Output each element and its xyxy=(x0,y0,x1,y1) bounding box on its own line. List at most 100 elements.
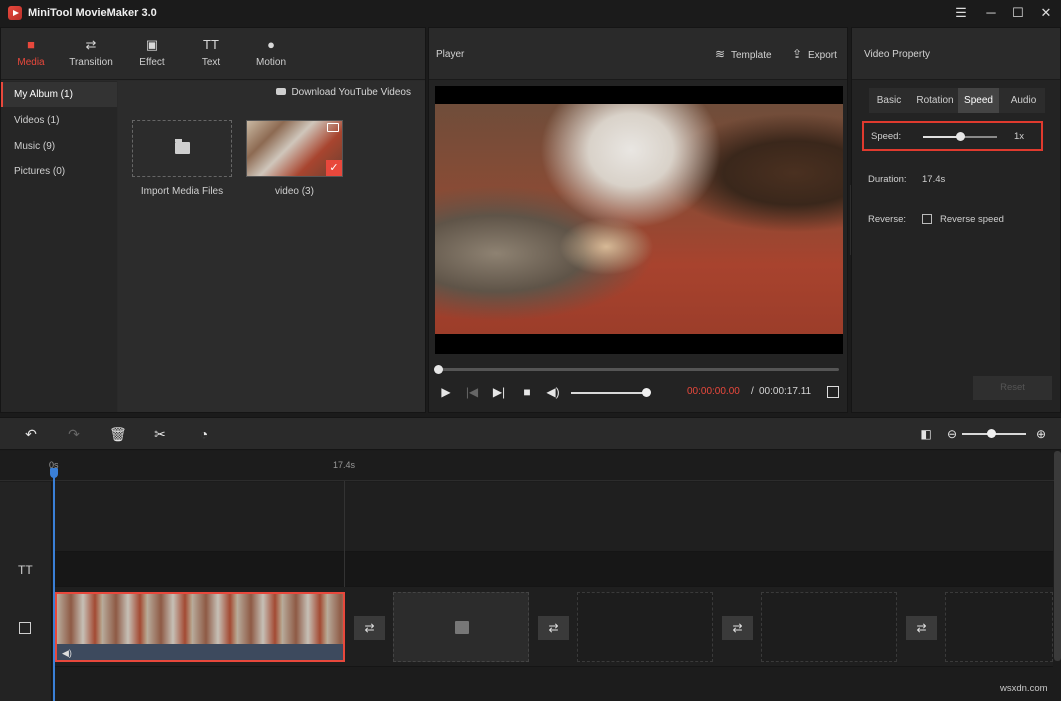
reverse-label: Reverse: xyxy=(868,214,906,225)
template-button[interactable]: ≋ Template xyxy=(714,47,772,61)
import-media-button[interactable] xyxy=(132,120,232,177)
stop-icon[interactable]: ■ xyxy=(520,385,534,399)
film-track-icon xyxy=(19,622,31,634)
speed-slider-knob[interactable] xyxy=(956,132,965,141)
transition-slot-button[interactable]: ⇄ xyxy=(538,616,569,640)
tab-effect[interactable]: ▣ Effect xyxy=(122,36,182,76)
download-youtube-label: Download YouTube Videos xyxy=(291,87,411,98)
close-button[interactable]: ✕ xyxy=(1035,4,1057,22)
empty-clip-slot[interactable] xyxy=(945,592,1053,662)
previous-frame-icon[interactable]: |◀ xyxy=(465,385,479,399)
undo-icon[interactable]: ↶ xyxy=(23,426,39,442)
text-track[interactable] xyxy=(53,552,1053,587)
fullscreen-icon[interactable] xyxy=(827,386,839,398)
play-icon[interactable]: ▶ xyxy=(439,385,453,399)
transition-slot-button[interactable]: ⇄ xyxy=(906,616,937,640)
total-time: 00:00:17.11 xyxy=(759,386,811,397)
volume-knob[interactable] xyxy=(642,388,651,397)
speed-control: Speed: 1x xyxy=(862,121,1043,151)
duration-value: 17.4s xyxy=(922,174,945,185)
empty-clip-slot[interactable] xyxy=(577,592,713,662)
speed-icon[interactable]: ◔ xyxy=(196,426,212,442)
tab-text[interactable]: TT Text xyxy=(181,36,241,76)
zoom-slider[interactable] xyxy=(962,433,1026,435)
split-icon[interactable]: ✂ xyxy=(152,426,168,442)
fit-to-zoom-icon[interactable]: ◧ xyxy=(918,426,934,442)
tab-basic[interactable]: Basic xyxy=(869,88,909,113)
overlay-track[interactable] xyxy=(53,482,1053,552)
tab-audio[interactable]: Audio xyxy=(1002,88,1045,113)
duration-label: Duration: xyxy=(868,174,907,185)
ruler-tick-end: 17.4s xyxy=(333,460,355,470)
video-label: video (3) xyxy=(246,186,343,197)
media-area: Download YouTube Videos Import Media Fil… xyxy=(118,81,425,412)
app-logo-icon xyxy=(8,6,22,20)
reverse-speed-label[interactable]: Reverse speed xyxy=(940,214,1004,225)
tab-motion-label: Motion xyxy=(241,57,301,68)
player-title: Player xyxy=(436,49,464,60)
tab-speed[interactable]: Speed xyxy=(958,88,999,113)
media-icon: ■ xyxy=(1,36,61,54)
volume-slider[interactable] xyxy=(571,392,647,394)
transition-slot-button[interactable]: ⇄ xyxy=(722,616,753,640)
youtube-icon xyxy=(276,88,286,95)
speed-slider[interactable] xyxy=(923,136,997,138)
video-thumbnail[interactable]: ✓ xyxy=(246,120,343,177)
volume-icon[interactable]: ◀) xyxy=(546,385,560,399)
export-button[interactable]: ⇪Export xyxy=(791,47,837,61)
speed-value: 1x xyxy=(1014,131,1024,142)
tab-rotation[interactable]: Rotation xyxy=(911,88,959,113)
menu-icon[interactable]: ☰ xyxy=(950,4,972,22)
current-time: 00:00:00.00 xyxy=(687,386,740,397)
camera-icon xyxy=(327,123,339,132)
tab-text-label: Text xyxy=(181,57,241,68)
tab-transition[interactable]: ⇄ Transition xyxy=(61,36,121,76)
property-tabs: Basic Rotation Speed Audio xyxy=(869,88,1045,113)
seek-knob[interactable] xyxy=(434,365,443,374)
template-label: Template xyxy=(731,50,772,61)
speed-label: Speed: xyxy=(871,131,901,142)
seek-bar[interactable] xyxy=(437,368,839,371)
track-headers xyxy=(0,482,52,701)
property-header: Video Property xyxy=(852,28,1060,80)
next-frame-icon[interactable]: ▶| xyxy=(492,385,506,399)
tab-media[interactable]: ■ Media xyxy=(1,36,61,76)
video-clip[interactable]: ◀) xyxy=(55,592,345,662)
playhead[interactable] xyxy=(53,469,55,701)
watermark: wsxdn.com xyxy=(1000,683,1048,694)
empty-clip-slot[interactable] xyxy=(761,592,897,662)
text-icon: TT xyxy=(181,36,241,54)
speed-slider-fill xyxy=(923,136,960,138)
delete-icon[interactable]: 🗑 xyxy=(109,426,125,442)
zoom-slider-knob[interactable] xyxy=(987,429,996,438)
clip-filmstrip xyxy=(57,594,343,644)
video-preview[interactable] xyxy=(435,86,843,354)
media-panel: ■ Media ⇄ Transition ▣ Effect TT Text ● … xyxy=(0,27,426,413)
album-item-my-album[interactable]: My Album (1) xyxy=(1,82,117,107)
album-item-videos[interactable]: Videos (1) xyxy=(1,108,117,133)
import-tray-icon xyxy=(455,621,469,634)
album-item-music[interactable]: Music (9) xyxy=(1,134,117,159)
time-separator: / xyxy=(751,386,754,397)
video-property-panel: Video Property Basic Rotation Speed Audi… xyxy=(851,27,1061,413)
minimize-button[interactable]: ─ xyxy=(980,4,1002,22)
layers-icon: ≋ xyxy=(714,47,726,61)
transition-slot-button[interactable]: ⇄ xyxy=(354,616,385,640)
tab-motion[interactable]: ● Motion xyxy=(241,36,301,76)
player-panel: Player ≋ Template ⇪Export ▶ |◀ ▶| ■ ◀) 00… xyxy=(428,27,848,413)
album-item-pictures[interactable]: Pictures (0) xyxy=(1,159,117,184)
app-title: MiniTool MovieMaker 3.0 xyxy=(28,7,157,19)
clip-volume-icon[interactable]: ◀) xyxy=(62,648,72,659)
empty-clip-slot[interactable] xyxy=(393,592,529,662)
reset-button[interactable]: Reset xyxy=(973,376,1052,400)
time-ruler[interactable]: 0s 17.4s xyxy=(0,451,1061,481)
download-youtube-button[interactable]: Download YouTube Videos xyxy=(276,87,411,98)
maximize-button[interactable]: ☐ xyxy=(1007,4,1029,22)
timeline-scrollbar[interactable] xyxy=(1054,451,1061,661)
export-label: Export xyxy=(808,50,837,61)
zoom-out-icon[interactable]: ⊖ xyxy=(944,426,960,442)
tab-transition-label: Transition xyxy=(61,57,121,68)
redo-icon[interactable]: ↷ xyxy=(66,426,82,442)
zoom-in-icon[interactable]: ⊕ xyxy=(1033,426,1049,442)
reverse-speed-checkbox[interactable] xyxy=(922,214,932,224)
